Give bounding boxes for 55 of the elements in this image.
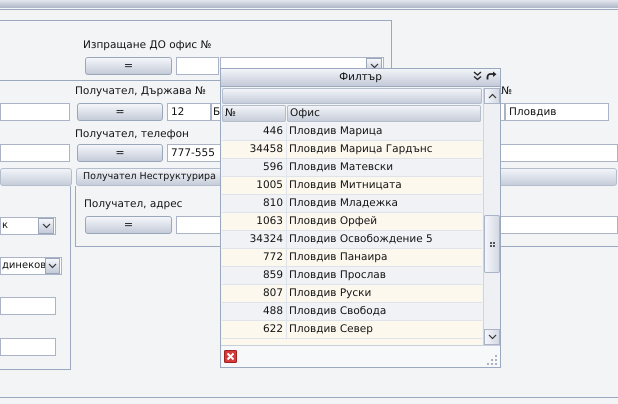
table-cell-text: Пловдив Север	[288, 322, 373, 337]
operator-button[interactable]: =	[77, 103, 163, 121]
input-field[interactable]	[0, 103, 70, 121]
field-label: Изпращане ДО офис №	[83, 38, 212, 52]
scroll-thumb[interactable]	[484, 215, 500, 273]
field-label: Получател, телефон	[75, 127, 189, 142]
input-field[interactable]	[0, 297, 56, 315]
combo-value: динеков	[1, 259, 45, 273]
input-field[interactable]: 12	[167, 103, 211, 121]
column-header[interactable]: Офис	[287, 105, 481, 122]
combo-box[interactable]: динеков	[0, 257, 62, 275]
table-cell: 34324	[222, 231, 287, 248]
popup-title: Филтър	[339, 71, 382, 83]
table-cell-text: Пловдив Руски	[288, 286, 372, 301]
table-cell: 1005	[222, 177, 287, 194]
input-field[interactable]	[0, 338, 56, 356]
vertical-scrollbar[interactable]	[483, 88, 500, 345]
combo-value: к	[1, 219, 8, 233]
input-field[interactable]	[500, 144, 618, 162]
field-label: Получател, адрес	[84, 197, 182, 211]
table-cell-text: Пловдив Орфей	[288, 214, 378, 229]
table-cell-text: Пловдив Младежка	[288, 196, 398, 211]
table-cell-text: Пловдив Прослав	[288, 268, 386, 283]
field-label: Получател, Държава №	[75, 84, 206, 99]
input-field[interactable]: Пловдив	[505, 103, 609, 121]
table-cell-text: Пловдив Панаира	[288, 250, 388, 265]
table-cell: 810	[222, 195, 287, 212]
table-cell: 807	[222, 285, 287, 302]
scroll-down-icon[interactable]	[484, 329, 500, 345]
table-cell: 859	[222, 267, 287, 284]
operator-button[interactable]: =	[85, 57, 172, 75]
operator-button[interactable]: =	[77, 144, 163, 162]
resize-grip-icon[interactable]	[487, 355, 497, 365]
table-cell-text: Пловдив Освобождение 5	[288, 232, 433, 247]
combo-box[interactable]: к	[0, 217, 56, 235]
scroll-up-icon[interactable]	[484, 88, 500, 104]
close-icon[interactable]	[224, 350, 237, 363]
operator-button[interactable]: =	[85, 216, 172, 234]
table-cell: 446	[222, 123, 287, 140]
section-header	[0, 168, 72, 186]
column-header[interactable]: №	[222, 105, 286, 122]
table-cell-text: Пловдив Свобода	[288, 304, 386, 319]
table-cell: 622	[222, 321, 287, 338]
table-cell-text: Пловдив Марица Гардънс	[288, 142, 433, 157]
table-cell: 488	[222, 303, 287, 320]
field-label: №	[501, 84, 512, 99]
input-field[interactable]	[176, 57, 219, 75]
table-cell: 1063	[222, 213, 287, 230]
table-cell: 34458	[222, 141, 287, 158]
input-field[interactable]	[0, 144, 70, 162]
collapse-chevrons-icon[interactable]	[473, 71, 482, 81]
table-cell: 772	[222, 249, 287, 266]
table-cell: 596	[222, 159, 287, 176]
table-cell-text: Пловдив Марица	[288, 124, 382, 139]
refresh-icon[interactable]	[486, 71, 497, 81]
